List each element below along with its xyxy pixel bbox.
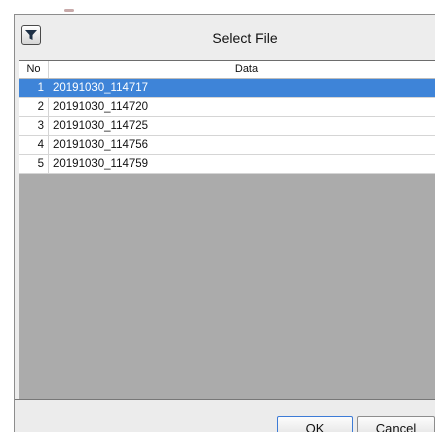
- cancel-button[interactable]: Cancel: [357, 416, 435, 432]
- file-name: 20191030_114725: [53, 120, 149, 132]
- column-header-data[interactable]: Data: [49, 61, 435, 78]
- table-row[interactable]: 5 20191030_114759: [19, 155, 435, 174]
- table-row[interactable]: 3 20191030_114725: [19, 117, 435, 136]
- file-name: 20191030_114759: [53, 158, 149, 170]
- background-mark: [64, 9, 74, 12]
- row-number: 2: [19, 98, 49, 116]
- select-file-dialog: Select File No Data 1 20191030_114717 2 …: [14, 14, 435, 432]
- table-row[interactable]: 1 20191030_114717: [19, 79, 435, 98]
- dialog-titlebar: Select File: [15, 15, 435, 60]
- dialog-title: Select File: [212, 30, 278, 46]
- screen: Select File No Data 1 20191030_114717 2 …: [0, 0, 435, 432]
- ok-button[interactable]: OK: [277, 416, 353, 432]
- file-name: 20191030_114717: [53, 82, 149, 94]
- row-number: 5: [19, 155, 49, 173]
- file-list[interactable]: No Data 1 20191030_114717 2 20191030_114…: [19, 60, 435, 400]
- file-name: 20191030_114756: [53, 139, 149, 151]
- dialog-footer: OK Cancel: [15, 399, 435, 432]
- row-number: 3: [19, 117, 49, 135]
- column-header-no[interactable]: No: [19, 61, 49, 78]
- file-name: 20191030_114720: [53, 101, 149, 113]
- table-row[interactable]: 4 20191030_114756: [19, 136, 435, 155]
- row-number: 1: [19, 79, 49, 97]
- table-row[interactable]: 2 20191030_114720: [19, 98, 435, 117]
- row-number: 4: [19, 136, 49, 154]
- filter-icon: [25, 30, 37, 40]
- file-list-header: No Data: [19, 61, 435, 79]
- filter-button[interactable]: [21, 25, 41, 45]
